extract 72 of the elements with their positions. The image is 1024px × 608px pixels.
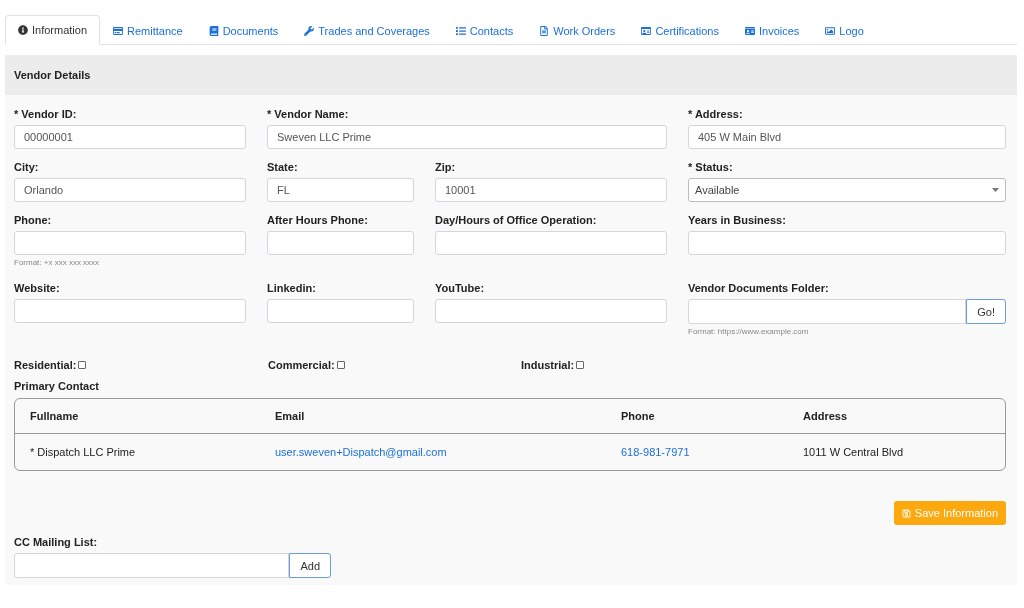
input-field[interactable]: 10001 — [435, 178, 667, 202]
tab[interactable]: Information — [5, 15, 101, 45]
checkbox-label[interactable]: Commercial: — [268, 359, 345, 371]
save-icon — [901, 508, 911, 518]
tab[interactable]: Certifications — [628, 15, 732, 45]
tab[interactable]: Documents — [195, 15, 292, 45]
field-label: Zip: — [435, 160, 457, 175]
format-hint: Format: https://www.example.com — [688, 327, 809, 336]
field-label: Years in Business: — [688, 213, 787, 228]
tab[interactable]: Contacts — [442, 15, 527, 45]
wrench-icon — [304, 25, 315, 36]
tab[interactable]: Invoices — [731, 15, 813, 45]
field-label: * Vendor Name: — [267, 107, 350, 122]
checkbox[interactable] — [576, 361, 585, 369]
tab[interactable]: Trades and Coverages — [291, 15, 443, 45]
field-label: State: — [267, 160, 299, 175]
field-label: After Hours Phone: — [267, 213, 369, 228]
id-card-icon — [641, 25, 652, 36]
column-header: Email — [275, 410, 305, 422]
go-button[interactable]: Go! — [966, 299, 1006, 324]
column-header: Address — [803, 410, 848, 422]
input-field[interactable]: Sweven LLC Prime — [267, 125, 667, 149]
credit-card-icon — [113, 25, 124, 36]
table-cell: * Dispatch LLC Prime — [30, 446, 136, 458]
id-card-icon — [744, 25, 755, 36]
input-field[interactable] — [267, 299, 414, 323]
field-label: * Address: — [688, 107, 744, 122]
image-icon — [825, 25, 836, 36]
input-field[interactable]: Orlando — [14, 178, 246, 202]
format-hint: Format: +x xxx xxx xxxx — [14, 258, 100, 267]
table-link[interactable]: 618-981-7971 — [621, 446, 690, 458]
caret-icon — [992, 188, 999, 192]
tab[interactable]: Logo — [812, 15, 877, 45]
input-field[interactable] — [267, 231, 414, 255]
status-select[interactable]: Available — [688, 178, 1006, 202]
column-header: Fullname — [30, 410, 79, 422]
field-label: * Vendor ID: — [14, 107, 78, 122]
input-field[interactable] — [435, 231, 667, 255]
input-field[interactable]: 00000001 — [14, 125, 246, 149]
input-field[interactable]: 405 W Main Blvd — [688, 125, 1006, 149]
input-field[interactable] — [435, 299, 667, 323]
field-label: Vendor Documents Folder: — [688, 281, 830, 296]
section-title: Primary Contact — [14, 380, 99, 392]
checkbox[interactable] — [78, 361, 87, 369]
list-icon — [455, 25, 466, 36]
field-label: Linkedin: — [267, 281, 317, 296]
info-icon — [18, 25, 28, 35]
tab[interactable]: Remittance — [100, 15, 196, 45]
field-label: YouTube: — [435, 281, 486, 296]
checkbox-label[interactable]: Residential: — [14, 359, 87, 371]
tab[interactable]: Work Orders — [526, 15, 629, 45]
column-header: Phone — [621, 410, 655, 422]
field-label: City: — [14, 160, 40, 175]
input-field[interactable] — [14, 231, 246, 255]
field-label: * Status: — [688, 160, 734, 175]
field-label: Website: — [14, 281, 61, 296]
input-field[interactable]: FL — [267, 178, 414, 202]
table-link[interactable]: user.sweven+Dispatch@gmail.com — [275, 446, 447, 458]
input-field[interactable] — [14, 299, 246, 323]
checkbox[interactable] — [336, 361, 345, 369]
table-cell: 1011 W Central Blvd — [803, 446, 904, 458]
document-icon — [539, 25, 550, 36]
field-label: Phone: — [14, 213, 53, 228]
input-field[interactable] — [688, 231, 1006, 255]
field-label: Day/Hours of Office Operation: — [435, 213, 598, 228]
input-field[interactable] — [688, 299, 967, 324]
add-button[interactable]: Add — [289, 553, 331, 578]
book-icon — [208, 25, 219, 36]
checkbox-label[interactable]: Industrial: — [521, 359, 585, 371]
panel-header: Vendor Details — [5, 55, 1017, 95]
field-label: CC Mailing List: — [14, 535, 99, 550]
input-field[interactable] — [14, 553, 290, 578]
